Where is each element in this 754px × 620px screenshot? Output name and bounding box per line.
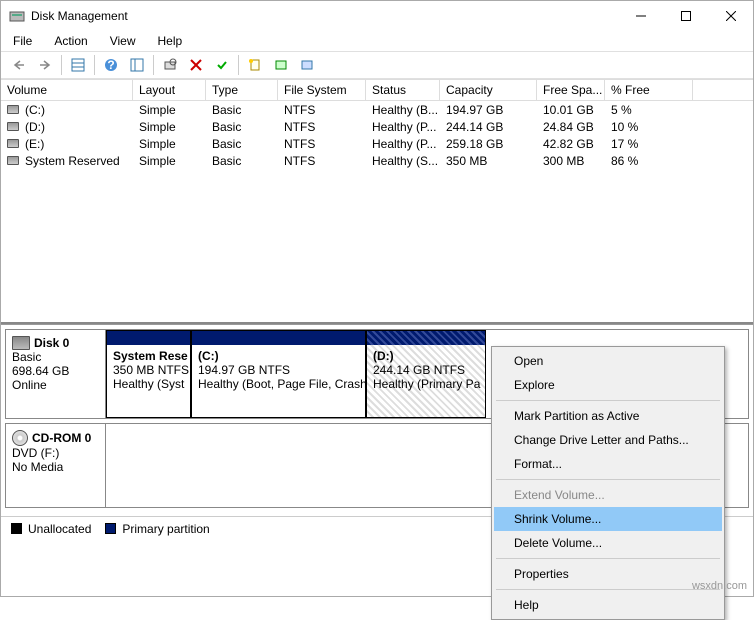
col-type[interactable]: Type xyxy=(206,80,278,100)
volume-icon xyxy=(7,122,19,131)
menu-help[interactable]: Help xyxy=(154,32,187,50)
svg-text:?: ? xyxy=(107,58,114,72)
title-bar: Disk Management xyxy=(1,1,753,31)
delete-button[interactable] xyxy=(184,54,208,76)
col-filesystem[interactable]: File System xyxy=(278,80,366,100)
ctx-change-letter[interactable]: Change Drive Letter and Paths... xyxy=(494,428,722,452)
col-free[interactable]: Free Spa... xyxy=(537,80,605,100)
close-button[interactable] xyxy=(708,1,753,31)
context-menu: Open Explore Mark Partition as Active Ch… xyxy=(491,346,725,620)
col-capacity[interactable]: Capacity xyxy=(440,80,537,100)
list-header: Volume Layout Type File System Status Ca… xyxy=(1,79,753,101)
menu-file[interactable]: File xyxy=(9,32,36,50)
cdrom-info[interactable]: CD-ROM 0 DVD (F:) No Media xyxy=(6,424,106,507)
new-button[interactable] xyxy=(243,54,267,76)
view-graphical-button[interactable] xyxy=(125,54,149,76)
list-row[interactable]: (D:)SimpleBasicNTFSHealthy (P...244.14 G… xyxy=(1,118,753,135)
ctx-open[interactable]: Open xyxy=(494,349,722,373)
forward-button[interactable] xyxy=(33,54,57,76)
list-row[interactable]: (C:)SimpleBasicNTFSHealthy (B...194.97 G… xyxy=(1,101,753,118)
partition[interactable]: (D:)244.14 GB NTFSHealthy (Primary Pa xyxy=(366,330,486,418)
watermark: wsxdn.com xyxy=(692,580,747,592)
action-green-button[interactable] xyxy=(210,54,234,76)
volume-icon xyxy=(7,105,19,114)
menu-action[interactable]: Action xyxy=(50,32,91,50)
toolbar: ? xyxy=(1,51,753,79)
volume-icon xyxy=(7,139,19,148)
list-row[interactable]: System ReservedSimpleBasicNTFSHealthy (S… xyxy=(1,152,753,169)
menu-bar: File Action View Help xyxy=(1,31,753,51)
help-button[interactable]: ? xyxy=(99,54,123,76)
ctx-properties[interactable]: Properties xyxy=(494,562,722,586)
cd-icon xyxy=(12,430,28,446)
legend-primary-swatch xyxy=(105,523,116,534)
maximize-button[interactable] xyxy=(663,1,708,31)
menu-view[interactable]: View xyxy=(106,32,140,50)
ctx-shrink[interactable]: Shrink Volume... xyxy=(494,507,722,531)
col-volume[interactable]: Volume xyxy=(1,80,133,100)
partition[interactable]: (C:)194.97 GB NTFSHealthy (Boot, Page Fi… xyxy=(191,330,366,418)
volume-icon xyxy=(7,156,19,165)
list-row[interactable]: (E:)SimpleBasicNTFSHealthy (P...259.18 G… xyxy=(1,135,753,152)
legend-unallocated-label: Unallocated xyxy=(28,522,91,536)
partition[interactable]: System Rese350 MB NTFSHealthy (Syst xyxy=(106,330,191,418)
legend-primary-label: Primary partition xyxy=(122,522,209,536)
disk-0-info[interactable]: Disk 0 Basic 698.64 GB Online xyxy=(6,330,106,418)
col-percent[interactable]: % Free xyxy=(605,80,693,100)
ctx-extend: Extend Volume... xyxy=(494,483,722,507)
ctx-format[interactable]: Format... xyxy=(494,452,722,476)
minimize-button[interactable] xyxy=(618,1,663,31)
ctx-delete[interactable]: Delete Volume... xyxy=(494,531,722,555)
back-button[interactable] xyxy=(7,54,31,76)
col-layout[interactable]: Layout xyxy=(133,80,206,100)
settings-button[interactable] xyxy=(295,54,319,76)
refresh-button[interactable] xyxy=(269,54,293,76)
disk-icon xyxy=(12,336,30,350)
ctx-mark-active[interactable]: Mark Partition as Active xyxy=(494,404,722,428)
properties-button[interactable] xyxy=(158,54,182,76)
legend-unallocated-swatch xyxy=(11,523,22,534)
view-list-button[interactable] xyxy=(66,54,90,76)
volume-list[interactable]: Volume Layout Type File System Status Ca… xyxy=(1,79,753,324)
ctx-explore[interactable]: Explore xyxy=(494,373,722,397)
col-status[interactable]: Status xyxy=(366,80,440,100)
app-icon xyxy=(9,8,25,24)
window-title: Disk Management xyxy=(31,9,618,23)
